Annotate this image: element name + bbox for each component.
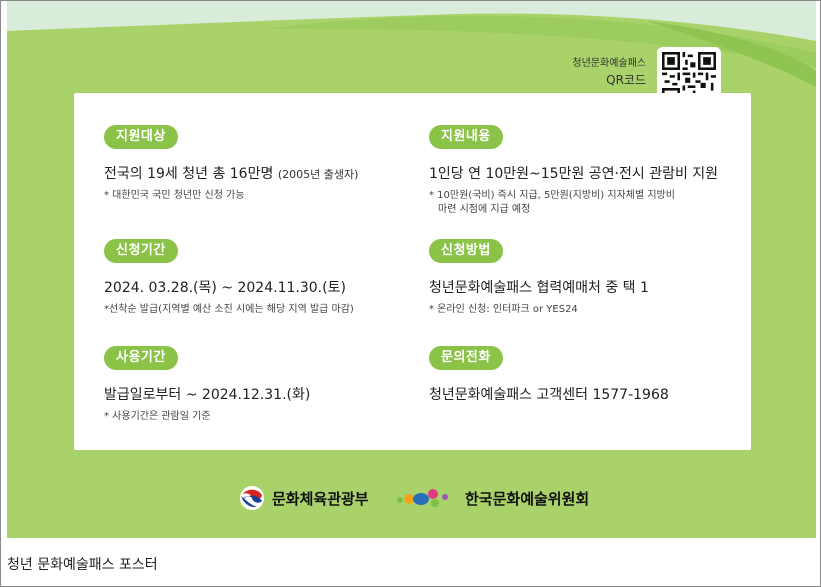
section-main-value: 2024. 03.28.(목) ~ 2024.11.30.(토) (104, 280, 346, 296)
section-note: * 온라인 신청: 인터파크 or YES24 (429, 304, 578, 315)
taegeuk-icon (240, 486, 264, 510)
image-caption: 청년 문화예술패스 포스터 (7, 557, 158, 573)
council-name: 한국문화예술위원회 (465, 489, 590, 508)
section-note: * 대한민국 국민 청년만 신청 가능 (104, 190, 245, 201)
section-label: 신청기간 (104, 239, 178, 263)
section-label: 사용기간 (104, 346, 178, 370)
section-note: *선착순 발급(지역별 예산 소진 시에는 해당 지역 발급 마감) (104, 304, 354, 315)
section-main-value: 1인당 연 10만원~15만원 공연·전시 관람비 지원 (429, 166, 719, 182)
section-main-text: 청년문화예술패스 고객센터 1577-1968 (429, 384, 669, 404)
section-note: * 사용기간은 관람일 기준 (104, 411, 211, 422)
section-main-text: 발급일로부터 ~ 2024.12.31.(화) (104, 384, 310, 404)
ministry-logo: 문화체육관광부 (238, 484, 369, 512)
section-main-value: 발급일로부터 ~ 2024.12.31.(화) (104, 387, 311, 403)
section-label: 문의전화 (429, 346, 503, 370)
section-label: 지원대상 (104, 125, 178, 149)
section-main-value: 청년문화예술패스 고객센터 1577-1968 (429, 387, 669, 403)
section-label: 신청방법 (429, 239, 503, 263)
qr-title: 청년문화예술패스 (572, 58, 646, 69)
section-main-text: 1인당 연 10만원~15만원 공연·전시 관람비 지원 (429, 163, 718, 183)
council-dots-icon (397, 489, 448, 507)
section-usage: 사용기간 발급일로부터 ~ 2024.12.31.(화) * 사용기간은 관람일… (104, 346, 310, 424)
section-main-value: 전국의 19세 청년 총 16만명 (104, 166, 274, 182)
section-note: * 10만원(국비) 즉시 지급, 5만원(지방비) 지자체별 지방비 (429, 190, 675, 201)
qr-label: 청년문화예술패스 QR코드 (572, 56, 646, 88)
section-main-value: 청년문화예술패스 협력예매처 중 택 1 (429, 280, 649, 296)
section-target: 지원대상 전국의 19세 청년 총 16만명 (2005년 출생자) * 대한민… (104, 125, 358, 203)
image-frame: 청년문화예술패스 QR코드 지원대상 전국의 19세 청년 총 16만명 (20… (0, 0, 821, 587)
section-main-text: 전국의 19세 청년 총 16만명 (2005년 출생자) (104, 163, 358, 183)
qr-subtitle: QR코드 (606, 73, 646, 87)
section-main-text: 청년문화예술패스 협력예매처 중 택 1 (429, 277, 649, 297)
section-note: 마련 시점에 지급 예정 (438, 204, 531, 215)
section-contact: 문의전화 청년문화예술패스 고객센터 1577-1968 (429, 346, 669, 404)
section-main-small: (2005년 출생자) (277, 168, 359, 181)
info-card: 지원대상 전국의 19세 청년 총 16만명 (2005년 출생자) * 대한민… (74, 93, 751, 450)
ministry-name: 문화체육관광부 (272, 489, 369, 508)
council-logo: 한국문화예술위원회 (395, 484, 589, 512)
poster: 청년문화예술패스 QR코드 지원대상 전국의 19세 청년 총 16만명 (20… (7, 1, 816, 538)
section-label: 지원내용 (429, 125, 503, 149)
section-method: 신청방법 청년문화예술패스 협력예매처 중 택 1 * 온라인 신청: 인터파크… (429, 239, 649, 317)
section-main-text: 2024. 03.28.(목) ~ 2024.11.30.(토) (104, 277, 354, 297)
section-period: 신청기간 2024. 03.28.(목) ~ 2024.11.30.(토) *선… (104, 239, 354, 317)
section-content: 지원내용 1인당 연 10만원~15만원 공연·전시 관람비 지원 * 10만원… (429, 125, 718, 217)
